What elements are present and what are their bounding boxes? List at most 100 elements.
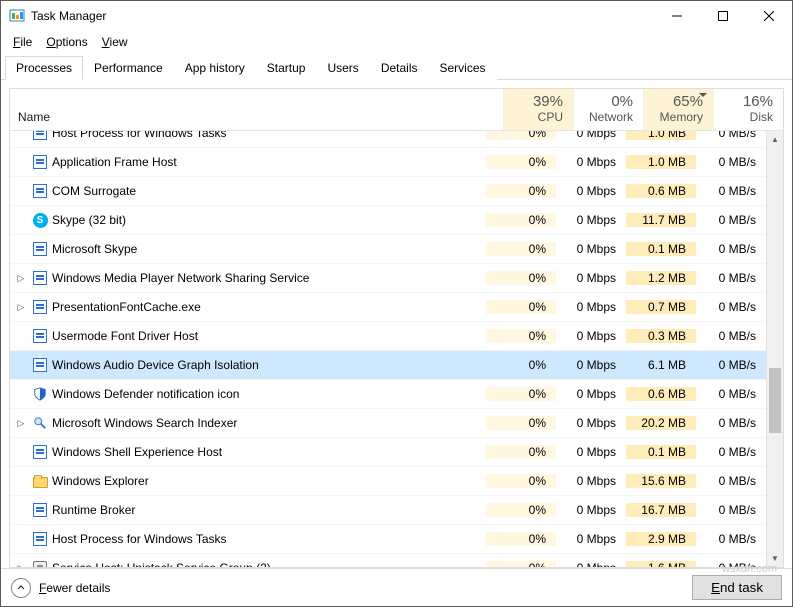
- process-table: Name 39%CPU 0%Network 65%Memory 16%Disk …: [9, 88, 784, 568]
- column-header-name[interactable]: Name: [10, 89, 503, 130]
- process-name: Windows Audio Device Graph Isolation: [52, 358, 259, 372]
- menu-bar: File Options View: [1, 31, 792, 55]
- process-list[interactable]: Host Process for Windows Tasks0%0 Mbps1.…: [10, 131, 766, 567]
- tab-app-history[interactable]: App history: [174, 56, 256, 80]
- cell-mem: 16.7 MB: [626, 503, 696, 517]
- tab-startup[interactable]: Startup: [256, 56, 317, 80]
- cell-disk: 0 MB/s: [696, 329, 766, 343]
- process-name: Windows Shell Experience Host: [52, 445, 222, 459]
- tab-details[interactable]: Details: [370, 56, 429, 80]
- process-row[interactable]: Usermode Font Driver Host0%0 Mbps0.3 MB0…: [10, 322, 766, 351]
- menu-file[interactable]: File: [7, 33, 38, 51]
- column-header-memory[interactable]: 65%Memory: [643, 89, 713, 130]
- cell-mem: 15.6 MB: [626, 474, 696, 488]
- column-header-cpu[interactable]: 39%CPU: [503, 89, 573, 130]
- close-button[interactable]: [746, 1, 792, 31]
- cell-net: 0 Mbps: [556, 300, 626, 314]
- cell-cpu: 0%: [486, 155, 556, 169]
- cell-cpu: 0%: [486, 474, 556, 488]
- vertical-scrollbar[interactable]: ▲ ▼: [766, 131, 783, 567]
- cell-net: 0 Mbps: [556, 184, 626, 198]
- cell-disk: 0 MB/s: [696, 300, 766, 314]
- process-row[interactable]: SSkype (32 bit)0%0 Mbps11.7 MB0 MB/s: [10, 206, 766, 235]
- app-icon: [32, 531, 48, 547]
- cell-mem: 0.1 MB: [626, 242, 696, 256]
- fewer-details-icon[interactable]: [11, 578, 31, 598]
- process-row[interactable]: ▷Microsoft Windows Search Indexer0%0 Mbp…: [10, 409, 766, 438]
- process-row[interactable]: COM Surrogate0%0 Mbps0.6 MB0 MB/s: [10, 177, 766, 206]
- cell-cpu: 0%: [486, 387, 556, 401]
- process-name: Service Host: Unistack Service Group (2): [52, 561, 271, 567]
- cell-mem: 20.2 MB: [626, 416, 696, 430]
- gear-icon: [32, 560, 48, 567]
- expand-toggle[interactable]: ▷: [14, 418, 28, 429]
- app-icon: [32, 357, 48, 373]
- process-row[interactable]: Host Process for Windows Tasks0%0 Mbps1.…: [10, 131, 766, 148]
- minimize-button[interactable]: [654, 1, 700, 31]
- app-icon: [32, 154, 48, 170]
- tab-processes[interactable]: Processes: [5, 56, 83, 80]
- cell-net: 0 Mbps: [556, 561, 626, 567]
- process-row[interactable]: Windows Shell Experience Host0%0 Mbps0.1…: [10, 438, 766, 467]
- cell-disk: 0 MB/s: [696, 474, 766, 488]
- footer-bar: Fewer details End task: [1, 568, 792, 606]
- title-bar: Task Manager: [1, 1, 792, 31]
- process-name: Application Frame Host: [52, 155, 177, 169]
- window-title: Task Manager: [31, 9, 106, 23]
- folder-icon: [32, 473, 48, 489]
- cell-disk: 0 MB/s: [696, 184, 766, 198]
- scroll-track[interactable]: [767, 148, 783, 550]
- tab-services[interactable]: Services: [429, 56, 497, 80]
- cell-disk: 0 MB/s: [696, 561, 766, 567]
- expand-toggle[interactable]: ▷: [14, 563, 28, 568]
- column-headers: Name 39%CPU 0%Network 65%Memory 16%Disk: [10, 89, 783, 131]
- maximize-button[interactable]: [700, 1, 746, 31]
- process-row[interactable]: Microsoft Skype0%0 Mbps0.1 MB0 MB/s: [10, 235, 766, 264]
- scroll-down-button[interactable]: ▼: [767, 550, 783, 567]
- process-row[interactable]: Windows Explorer0%0 Mbps15.6 MB0 MB/s: [10, 467, 766, 496]
- cell-mem: 1.0 MB: [626, 155, 696, 169]
- cell-mem: 0.6 MB: [626, 387, 696, 401]
- cell-mem: 0.3 MB: [626, 329, 696, 343]
- process-row[interactable]: ▷ Windows Media Player Network Sharing Se…: [10, 264, 766, 293]
- cell-mem: 1.6 MB: [626, 561, 696, 567]
- menu-options[interactable]: Options: [40, 33, 93, 51]
- tab-users[interactable]: Users: [316, 56, 369, 80]
- end-task-button[interactable]: End task: [692, 575, 782, 600]
- cell-net: 0 Mbps: [556, 271, 626, 285]
- process-row[interactable]: Windows Defender notification icon 0%0 Mb…: [10, 380, 766, 409]
- cell-mem: 6.1 MB: [626, 358, 696, 372]
- process-name: Windows Media Player Network Sharing Ser…: [52, 271, 309, 285]
- process-row[interactable]: ▷ Service Host: Unistack Service Group (2…: [10, 554, 766, 567]
- expand-toggle[interactable]: ▷: [14, 302, 28, 313]
- menu-view[interactable]: View: [96, 33, 134, 51]
- cell-disk: 0 MB/s: [696, 213, 766, 227]
- cell-cpu: 0%: [486, 503, 556, 517]
- process-name: Windows Defender notification icon: [52, 387, 239, 401]
- cell-disk: 0 MB/s: [696, 503, 766, 517]
- cell-cpu: 0%: [486, 416, 556, 430]
- expand-toggle[interactable]: ▷: [14, 273, 28, 284]
- tab-strip: ProcessesPerformanceApp historyStartupUs…: [1, 55, 792, 80]
- process-name: Host Process for Windows Tasks: [52, 532, 227, 546]
- cell-disk: 0 MB/s: [696, 387, 766, 401]
- cell-net: 0 Mbps: [556, 387, 626, 401]
- tab-performance[interactable]: Performance: [83, 56, 174, 80]
- app-icon: [32, 131, 48, 141]
- column-header-disk[interactable]: 16%Disk: [713, 89, 783, 130]
- cell-mem: 0.1 MB: [626, 445, 696, 459]
- app-icon: [32, 502, 48, 518]
- fewer-details-link[interactable]: Fewer details: [39, 581, 110, 595]
- process-row[interactable]: ▷PresentationFontCache.exe0%0 Mbps0.7 MB…: [10, 293, 766, 322]
- cell-net: 0 Mbps: [556, 242, 626, 256]
- cell-cpu: 0%: [486, 131, 556, 140]
- scroll-thumb[interactable]: [769, 368, 781, 433]
- process-row[interactable]: Windows Audio Device Graph Isolation0%0 …: [10, 351, 766, 380]
- process-row[interactable]: Runtime Broker0%0 Mbps16.7 MB0 MB/s: [10, 496, 766, 525]
- scroll-up-button[interactable]: ▲: [767, 131, 783, 148]
- cell-cpu: 0%: [486, 300, 556, 314]
- process-row[interactable]: Host Process for Windows Tasks0%0 Mbps2.…: [10, 525, 766, 554]
- process-row[interactable]: Application Frame Host0%0 Mbps1.0 MB0 MB…: [10, 148, 766, 177]
- column-header-network[interactable]: 0%Network: [573, 89, 643, 130]
- skype-icon: S: [32, 212, 48, 228]
